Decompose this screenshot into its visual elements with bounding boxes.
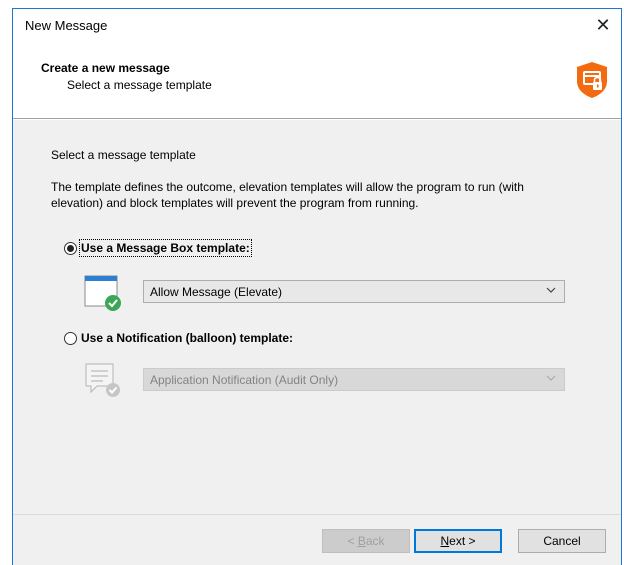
message-box-check-icon	[84, 275, 121, 311]
notification-select-value: Application Notification (Audit Only)	[150, 372, 339, 387]
chevron-down-icon	[546, 373, 556, 386]
next-button-mnemonic: N	[440, 534, 450, 548]
title-bar[interactable]: New Message ✕	[13, 9, 621, 41]
intro-text: Select a message template	[51, 148, 196, 162]
page-title: Create a new message	[41, 61, 170, 75]
chevron-down-icon	[546, 285, 556, 298]
description-text: The template defines the outcome, elevat…	[51, 180, 524, 210]
notification-radio-option[interactable]: Use a Notification (balloon) template:	[64, 331, 293, 345]
wizard-footer: < Back Next > Cancel	[13, 514, 621, 565]
shield-lock-icon	[577, 62, 607, 98]
message-box-template-select[interactable]: Allow Message (Elevate)	[143, 280, 565, 303]
close-icon[interactable]: ✕	[591, 13, 615, 37]
wizard-header: Create a new message Select a message te…	[13, 41, 621, 119]
next-button-label: ext >	[449, 534, 476, 548]
notification-radio-label[interactable]: Use a Notification (balloon) template:	[81, 331, 293, 345]
message-box-select-value: Allow Message (Elevate)	[150, 284, 283, 299]
window-title: New Message	[25, 18, 108, 33]
notification-template-select: Application Notification (Audit Only)	[143, 368, 565, 391]
notification-radio[interactable]	[64, 331, 77, 345]
message-box-radio-label[interactable]: Use a Message Box template:	[79, 239, 252, 257]
back-button-mnemonic: B	[357, 534, 366, 548]
back-button-label: ack	[365, 534, 385, 548]
page-subtitle: Select a message template	[67, 78, 212, 92]
next-button[interactable]: Next >	[414, 529, 502, 553]
back-button-prefix: <	[347, 534, 358, 548]
back-button: < Back	[322, 529, 410, 553]
new-message-dialog: New Message ✕ Create a new message Selec…	[0, 0, 624, 565]
notification-balloon-check-icon	[85, 363, 120, 397]
cancel-button[interactable]: Cancel	[518, 529, 606, 553]
message-box-radio[interactable]	[64, 241, 77, 255]
message-box-radio-option[interactable]: Use a Message Box template:	[64, 239, 252, 257]
wizard-content: Select a message template The template d…	[13, 120, 621, 514]
